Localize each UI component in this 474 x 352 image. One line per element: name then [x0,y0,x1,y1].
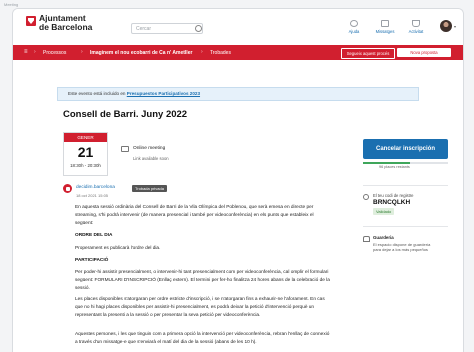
chevron-right-icon: › [34,49,36,55]
breadcrumb-process-title[interactable]: Imaginem el nou ecobarri de Ca n' Ametll… [90,50,192,56]
top-header: Ajuntament de Barcelona Ajuda Missatges … [13,9,463,45]
author-avatar[interactable] [63,184,72,193]
registration-code-label: El teu codi de registre [373,193,414,198]
messages-icon [381,20,389,27]
cancel-registration-button[interactable]: Cancelar inscripción [363,139,448,159]
meeting-type-sub: Link available soon [133,156,169,161]
author-date: 18 oct 2021 15:05 [76,193,109,198]
browser-tab-label: Meeting [4,2,19,7]
app-window: Ajuntament de Barcelona Ajuda Missatges … [12,8,464,352]
connection-text: Aquestes persones, i les que tinguin com… [75,332,330,345]
agenda-heading: ORDRE DEL DIA [75,233,113,238]
nav-help-label: Ajuda [348,29,360,34]
participation-text: Per poder-hi assistir presencialment, o … [75,270,330,291]
date-month: GENER [64,133,107,142]
budget-notice: Este evento está incluido en Presupuesto… [57,87,419,101]
follow-process-button[interactable]: Segueix aquest procés [341,48,395,59]
validated-badge: Validado [373,208,395,215]
video-icon [121,146,129,152]
notice-text: Este evento está incluido en [68,91,126,96]
page-title: Consell de Barri. Juny 2022 [63,109,188,120]
seats-policy-text: Les places disponibles s'atorgaran per o… [75,297,325,318]
breadcrumb-meetings[interactable]: Trobades [210,50,231,56]
participation-heading: PARTICIPACIÓ [75,258,109,263]
search-icon[interactable] [195,25,202,32]
chevron-down-icon[interactable]: ▾ [454,24,456,29]
site-logo[interactable]: Ajuntament de Barcelona [39,14,92,32]
notice-link[interactable]: Presupuestos Participativos 2023 [127,91,200,96]
nav-activity[interactable]: Activitat [401,20,431,34]
sidebar-divider [363,185,448,186]
search-input[interactable] [131,23,203,34]
help-icon [350,20,358,27]
registration-code: BRNCQLKH [373,199,411,206]
description-intro: En aquesta sessió ordinària del Consell … [75,205,314,226]
new-proposal-button[interactable]: Nova proposta [397,48,451,57]
user-avatar[interactable] [440,20,452,32]
childcare-description: El espacio dispone de guardería para dej… [373,242,431,253]
nav-messages-label: Missatges [375,29,395,34]
private-meeting-badge: Trobada privada [132,185,167,192]
menu-icon[interactable]: ≡ [24,49,28,55]
agenda-text: Properament es publicarà l'ordre del dia… [75,246,161,251]
meeting-type: Online meeting [133,146,166,151]
childcare-icon [363,236,370,242]
nav-help[interactable]: Ajuda [339,20,369,34]
city-shield-icon[interactable] [26,16,36,26]
seats-remaining: 96 places restants [379,165,410,169]
chevron-right-icon: › [81,49,83,55]
seats-progress-fill [363,162,410,164]
process-bar: ≡ › Processos › Imaginem el nou ecobarri… [13,45,463,60]
ticket-icon [363,194,369,200]
author-name[interactable]: decidim.barcelona [76,185,115,190]
logo-line-2: de Barcelona [39,22,93,32]
breadcrumb-processes[interactable]: Processos [43,50,66,56]
nav-activity-label: Activitat [408,29,424,34]
childcare-title: Guarderia [373,235,394,240]
seats-progress [363,162,448,164]
activity-icon [412,20,420,27]
date-day: 21 [77,144,94,160]
date-time: 18:30h - 20:30h [70,163,101,168]
sidebar-divider [363,226,448,227]
meeting-date-card: GENER 21 18:30h - 20:30h [63,132,108,176]
chevron-right-icon: › [201,49,203,55]
nav-messages[interactable]: Missatges [370,20,400,34]
